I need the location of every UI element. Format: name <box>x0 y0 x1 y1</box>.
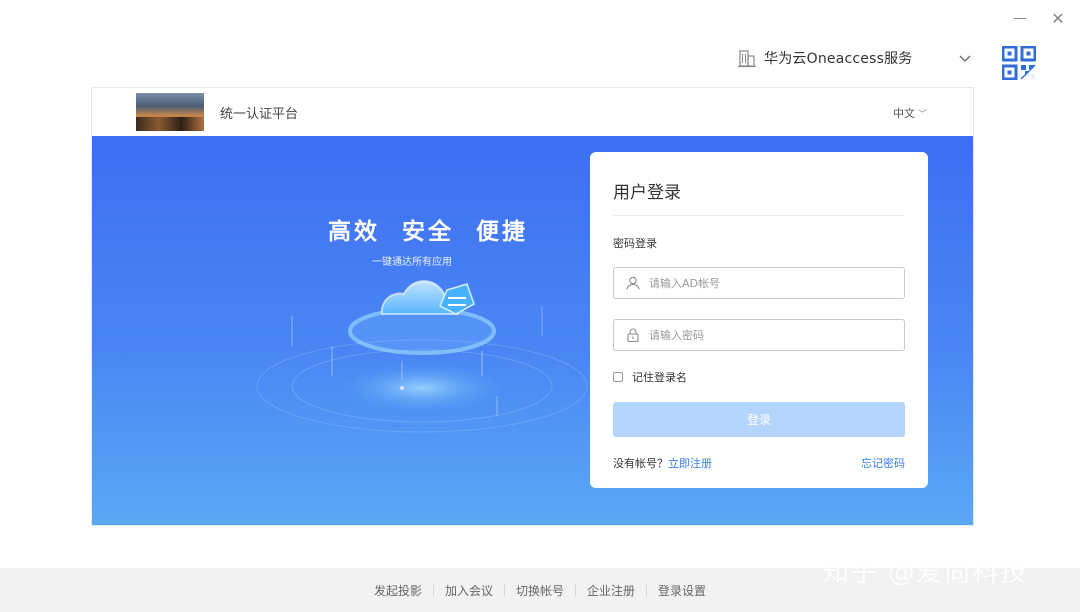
portal-frame: 统一认证平台 中文 ﹀ 高效 安全 便捷 一键通达所有应用 <box>91 87 974 526</box>
chevron-down-icon: ﹀ <box>918 107 927 120</box>
login-settings-button[interactable]: 登录设置 <box>658 582 706 599</box>
login-method-tab[interactable]: 密码登录 <box>613 235 905 251</box>
no-account-text: 没有帐号？ <box>613 457 668 470</box>
register-prompt: 没有帐号？立即注册 <box>613 455 712 471</box>
forgot-password-link[interactable]: 忘记密码 <box>861 455 905 471</box>
cloud-illustration-icon <box>252 276 592 436</box>
user-icon <box>626 276 640 290</box>
username-input[interactable] <box>649 277 879 290</box>
window-controls: ✕ <box>1012 10 1066 26</box>
minimize-icon[interactable] <box>1012 10 1028 26</box>
enterprise-register-button[interactable]: 企业注册 <box>587 582 635 599</box>
login-card: 用户登录 密码登录 记住登录名 <box>590 152 928 488</box>
divider <box>433 584 434 596</box>
username-field[interactable] <box>613 267 905 299</box>
password-input[interactable] <box>649 329 879 342</box>
lock-icon <box>626 328 640 342</box>
org-selector[interactable]: 华为云Oneaccess服务 <box>738 48 972 68</box>
switch-account-button[interactable]: 切换帐号 <box>516 582 564 599</box>
register-link[interactable]: 立即注册 <box>668 457 712 470</box>
start-projection-button[interactable]: 发起投影 <box>374 582 422 599</box>
remember-row: 记住登录名 <box>613 369 905 385</box>
portal-header: 统一认证平台 中文 ﹀ <box>92 88 973 136</box>
login-title: 用户登录 <box>613 152 905 216</box>
qr-code-icon[interactable] <box>1002 46 1036 80</box>
hero-subtitle: 一键通达所有应用 <box>372 253 452 268</box>
platform-title: 统一认证平台 <box>220 103 298 122</box>
password-field[interactable] <box>613 319 905 351</box>
portal-logo <box>136 93 204 131</box>
login-footer: 没有帐号？立即注册 忘记密码 <box>613 455 905 471</box>
hero-slogan: 高效 安全 便捷 <box>328 212 528 246</box>
login-button[interactable]: 登录 <box>613 402 905 437</box>
hero-banner: 高效 安全 便捷 一键通达所有应用 <box>92 136 974 526</box>
chevron-down-icon[interactable] <box>958 51 972 65</box>
building-icon <box>738 48 756 68</box>
divider <box>504 584 505 596</box>
remember-label: 记住登录名 <box>632 369 687 385</box>
join-meeting-button[interactable]: 加入会议 <box>445 582 493 599</box>
divider <box>646 584 647 596</box>
org-name: 华为云Oneaccess服务 <box>764 48 912 68</box>
remember-checkbox[interactable] <box>613 372 623 382</box>
divider <box>575 584 576 596</box>
close-icon[interactable]: ✕ <box>1050 10 1066 26</box>
language-label: 中文 <box>893 105 915 121</box>
language-selector[interactable]: 中文 ﹀ <box>893 105 927 121</box>
watermark: 知乎 @爱尚科技 <box>822 550 1028 589</box>
